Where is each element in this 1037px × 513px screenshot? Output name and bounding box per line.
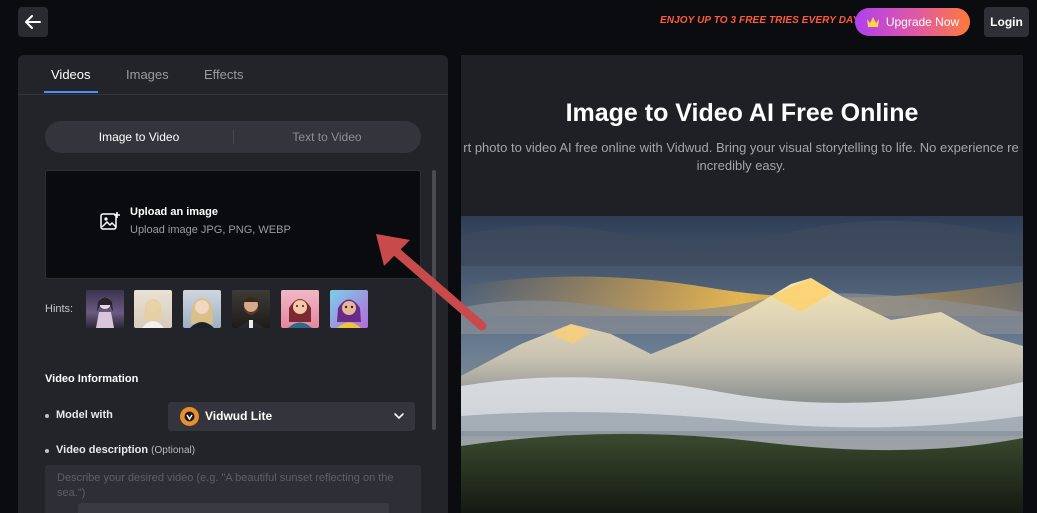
model-value: Vidwud Lite — [205, 409, 273, 423]
login-button[interactable]: Login — [984, 7, 1029, 37]
image-upload-dropzone[interactable]: Upload an image Upload image JPG, PNG, W… — [45, 170, 421, 279]
hint-thumbnail-comic-girl[interactable] — [330, 290, 368, 328]
mountain-preview-image — [461, 216, 1023, 513]
hint-thumbnail-blonde-woman[interactable] — [134, 290, 172, 328]
vidwud-logo-icon — [180, 407, 199, 426]
back-button[interactable] — [18, 7, 48, 37]
bullet-dot — [45, 449, 49, 453]
upload-title: Upload an image — [130, 206, 219, 218]
arrow-left-icon — [25, 15, 41, 29]
hint-thumbnail-bearded-man[interactable] — [232, 290, 270, 328]
mode-text-to-video[interactable]: Text to Video — [233, 121, 421, 153]
tab-bar: Videos Images Effects — [18, 55, 448, 95]
video-information-title: Video Information — [45, 373, 139, 385]
mode-image-to-video[interactable]: Image to Video — [45, 121, 233, 153]
hero-description-line-2: incredibly easy. — [696, 158, 786, 173]
tab-effects[interactable]: Effects — [204, 67, 244, 82]
optional-tag: (Optional) — [151, 445, 196, 456]
tab-videos[interactable]: Videos — [51, 67, 91, 82]
hint-thumbnail-cartoon-woman[interactable] — [281, 290, 319, 328]
bullet-dot — [45, 414, 49, 418]
upgrade-label: Upgrade Now — [885, 15, 960, 29]
model-label: Model with — [56, 409, 113, 421]
hero-description: rt photo to video AI free online with Vi… — [461, 139, 1023, 175]
preview-panel: Image to Video AI Free Online rt photo t… — [461, 55, 1023, 513]
hero-title: Image to Video AI Free Online — [565, 99, 919, 127]
active-tab-indicator — [44, 91, 98, 93]
mode-toggle: Image to Video Text to Video — [45, 121, 421, 153]
hero-description-line-1: rt photo to video AI free online with Vi… — [463, 140, 1019, 155]
promo-text: ENJOY UP TO 3 FREE TRIES EVERY DAY! — [660, 15, 863, 26]
hint-thumbnail-portrait-woman[interactable] — [183, 290, 221, 328]
top-bar: ENJOY UP TO 3 FREE TRIES EVERY DAY! Upgr… — [0, 0, 1037, 44]
upload-subtitle: Upload image JPG, PNG, WEBP — [130, 224, 291, 236]
upgrade-button[interactable]: Upgrade Now — [855, 8, 970, 36]
tab-images[interactable]: Images — [126, 67, 169, 82]
crown-icon — [866, 17, 879, 27]
panel-scrollbar[interactable] — [432, 170, 436, 430]
generator-panel: Videos Images Effects Image to Video Tex… — [18, 55, 448, 513]
image-upload-icon — [100, 212, 120, 230]
description-label: Video description (Optional) — [56, 444, 195, 456]
description-label-text: Video description — [56, 444, 149, 456]
generate-button-edge[interactable] — [78, 503, 389, 513]
chevron-down-icon — [394, 413, 404, 420]
model-select[interactable]: Vidwud Lite — [168, 402, 415, 431]
hints-label: Hints: — [45, 303, 74, 315]
hint-thumbnail-anime-girl[interactable] — [86, 290, 124, 328]
